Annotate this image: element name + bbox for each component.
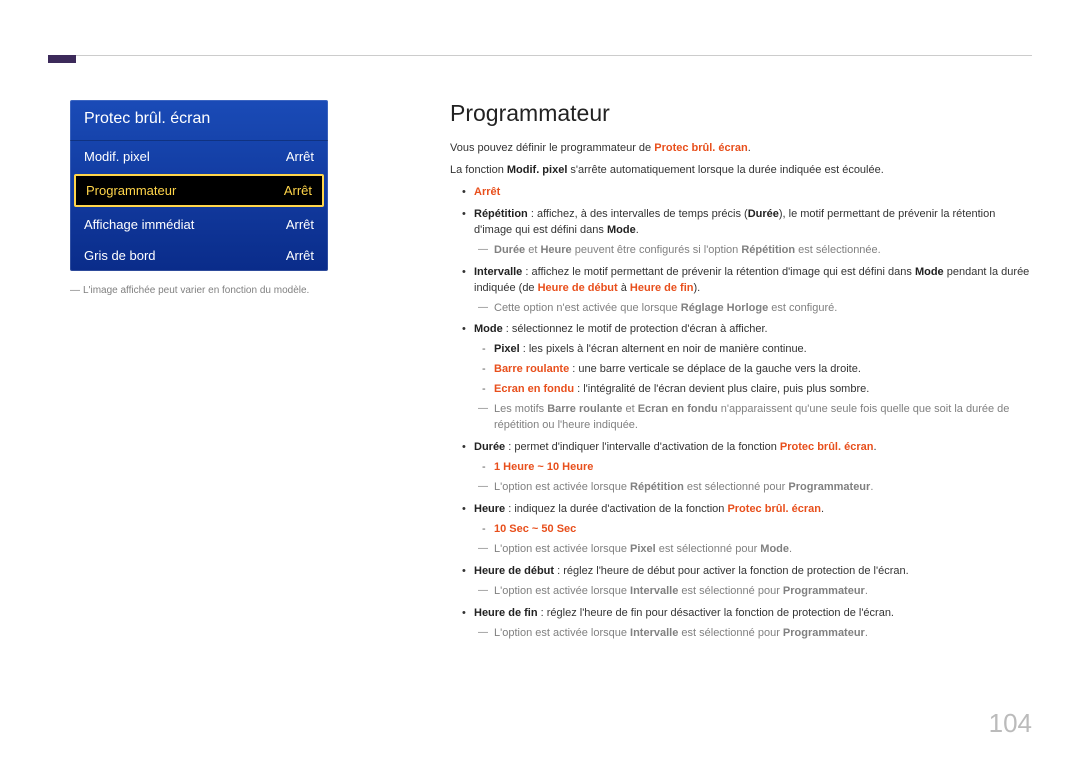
- bullet-duree: Durée : permet d'indiquer l'intervalle d…: [450, 440, 1032, 496]
- note-heure-debut: L'option est activée lorsque Intervalle …: [474, 584, 1032, 600]
- bullet-list: Arrêt Répétition : affichez, à des inter…: [450, 185, 1032, 642]
- sub-pixel: Pixel : les pixels à l'écran alternent e…: [474, 342, 1032, 358]
- bullet-heure: Heure : indiquez la durée d'activation d…: [450, 502, 1032, 558]
- page-body: Protec brûl. écran Modif. pixel Arrêt Pr…: [70, 100, 1032, 647]
- header-accent: [48, 55, 76, 63]
- sub-barre-roulante: Barre roulante : une barre verticale se …: [474, 362, 1032, 378]
- duree-sublist: 1 Heure ~ 10 Heure: [474, 460, 1032, 476]
- intro-line-1: Vous pouvez définir le programmateur de …: [450, 141, 1032, 157]
- note-intervalle: Cette option n'est activée que lorsque R…: [474, 301, 1032, 317]
- osd-item-value: Arrêt: [284, 183, 312, 198]
- left-column: Protec brûl. écran Modif. pixel Arrêt Pr…: [70, 100, 350, 296]
- intro-line-2: La fonction Modif. pixel s'arrête automa…: [450, 163, 1032, 179]
- caption-dash: ―: [70, 285, 80, 296]
- page-number: 104: [989, 708, 1032, 739]
- osd-item-label: Affichage immédiat: [84, 217, 194, 232]
- note-heure-fin: L'option est activée lorsque Intervalle …: [474, 626, 1032, 642]
- osd-item-label: Programmateur: [86, 183, 176, 198]
- note-repetition: Durée et Heure peuvent être configurés s…: [474, 243, 1032, 259]
- caption-text: L'image affichée peut varier en fonction…: [83, 285, 309, 296]
- note-mode: Les motifs Barre roulante et Ecran en fo…: [474, 402, 1032, 434]
- osd-item-value: Arrêt: [286, 217, 314, 232]
- content-column: Programmateur Vous pouvez définir le pro…: [450, 100, 1032, 641]
- sub-ecran-fondu: Ecran en fondu : l'intégralité de l'écra…: [474, 382, 1032, 398]
- osd-item-value: Arrêt: [286, 149, 314, 164]
- bullet-arret: Arrêt: [450, 185, 1032, 201]
- heure-sublist: 10 Sec ~ 50 Sec: [474, 522, 1032, 538]
- bullet-repetition: Répétition : affichez, à des intervalles…: [450, 207, 1032, 259]
- sub-duree-range: 1 Heure ~ 10 Heure: [474, 460, 1032, 476]
- osd-item-label: Modif. pixel: [84, 149, 150, 164]
- menu-caption: ―L'image affichée peut varier en fonctio…: [70, 285, 350, 296]
- osd-menu-item-modif-pixel[interactable]: Modif. pixel Arrêt: [70, 141, 328, 172]
- header-rule: [48, 55, 1032, 56]
- osd-menu-panel: Protec brûl. écran Modif. pixel Arrêt Pr…: [70, 100, 328, 271]
- bullet-heure-debut: Heure de début : réglez l'heure de début…: [450, 564, 1032, 600]
- osd-item-value: Arrêt: [286, 248, 314, 263]
- intro-block: Vous pouvez définir le programmateur de …: [450, 141, 1032, 179]
- section-heading: Programmateur: [450, 100, 1032, 127]
- bullet-intervalle: Intervalle : affichez le motif permettan…: [450, 265, 1032, 317]
- note-heure: L'option est activée lorsque Pixel est s…: [474, 542, 1032, 558]
- note-duree: L'option est activée lorsque Répétition …: [474, 480, 1032, 496]
- sub-heure-range: 10 Sec ~ 50 Sec: [474, 522, 1032, 538]
- mode-sublist: Pixel : les pixels à l'écran alternent e…: [474, 342, 1032, 398]
- osd-menu-item-gris-de-bord[interactable]: Gris de bord Arrêt: [70, 240, 328, 271]
- osd-menu-item-affichage-immediat[interactable]: Affichage immédiat Arrêt: [70, 209, 328, 240]
- bullet-mode: Mode : sélectionnez le motif de protecti…: [450, 322, 1032, 434]
- osd-item-label: Gris de bord: [84, 248, 156, 263]
- osd-menu-item-programmateur[interactable]: Programmateur Arrêt: [74, 174, 324, 207]
- osd-menu-title: Protec brûl. écran: [70, 100, 328, 141]
- bullet-heure-fin: Heure de fin : réglez l'heure de fin pou…: [450, 606, 1032, 642]
